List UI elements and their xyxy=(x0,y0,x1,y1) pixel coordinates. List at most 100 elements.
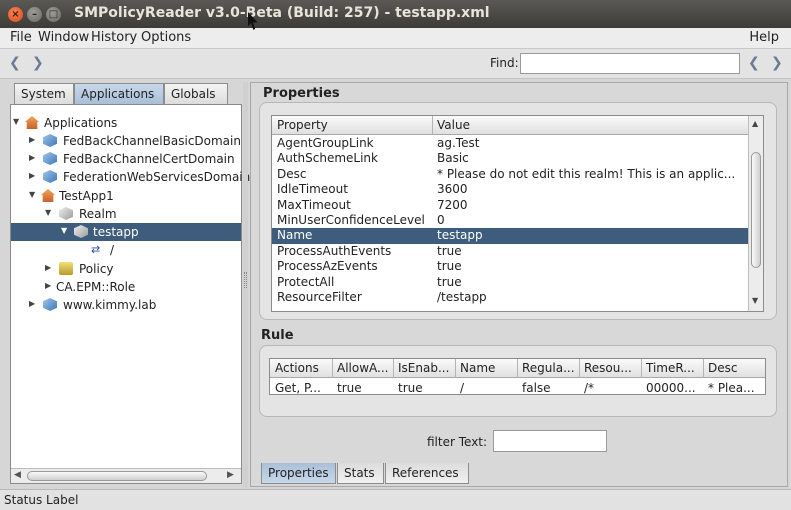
column-header-actions[interactable]: Actions xyxy=(275,361,319,375)
tab-system[interactable]: System xyxy=(14,83,74,104)
column-divider[interactable] xyxy=(393,359,394,378)
properties-table-header: Property Value xyxy=(272,116,750,135)
scroll-up-icon[interactable]: ▲ xyxy=(752,119,758,128)
table-row[interactable]: ResourceFilter /testapp xyxy=(272,290,750,305)
menu-help[interactable]: Help xyxy=(749,30,779,45)
tree-node-domain[interactable]: ▶ FedBackChannelBasicDomain xyxy=(11,132,241,150)
panel-splitter[interactable] xyxy=(243,82,248,487)
column-header-name[interactable]: Name xyxy=(460,361,495,375)
tab-properties[interactable]: Properties xyxy=(261,463,336,484)
menu-options[interactable]: Options xyxy=(141,30,191,45)
column-divider[interactable] xyxy=(432,116,433,135)
column-header-regex[interactable]: Regula... xyxy=(522,361,575,375)
tree-node-label: www.kimmy.lab xyxy=(63,298,157,312)
collapse-arrow-icon[interactable]: ▼ xyxy=(61,226,67,235)
maximize-window-button[interactable]: □ xyxy=(46,7,61,22)
table-row[interactable]: AuthSchemeLink Basic xyxy=(272,151,750,166)
tab-applications[interactable]: Applications xyxy=(74,83,164,104)
splitter-grip[interactable] xyxy=(244,272,247,288)
menu-file[interactable]: File xyxy=(10,30,32,45)
table-row[interactable]: MinUserConfidenceLevel 0 xyxy=(272,213,750,228)
menu-history[interactable]: History xyxy=(91,30,137,45)
minimize-icon: – xyxy=(32,9,37,20)
column-header-allowaccess[interactable]: AllowA... xyxy=(337,361,388,375)
tab-stats[interactable]: Stats xyxy=(337,463,384,484)
collapse-arrow-icon[interactable]: ▼ xyxy=(29,190,35,199)
rule-cell-timerestriction[interactable]: 00000... xyxy=(646,381,696,395)
tree-node-testapp1[interactable]: ▼ TestApp1 xyxy=(11,187,241,205)
scroll-left-icon[interactable]: ◀ xyxy=(14,470,21,480)
tab-globals[interactable]: Globals xyxy=(164,83,228,104)
rule-cell-actions[interactable]: Get, P... xyxy=(275,381,321,395)
tree-node-label: testapp xyxy=(93,225,139,239)
tab-references[interactable]: References xyxy=(385,463,469,484)
table-row[interactable]: MaxTimeout 7200 xyxy=(272,198,750,213)
filter-text-input[interactable] xyxy=(493,430,607,452)
tree-node-policy[interactable]: ▶ Policy xyxy=(11,260,241,278)
column-header-value[interactable]: Value xyxy=(437,118,470,132)
menu-window[interactable]: Window xyxy=(38,30,89,45)
forward-arrow-icon[interactable]: ❯ xyxy=(32,55,44,71)
find-input[interactable] xyxy=(520,53,740,74)
tree-node-testapp[interactable]: ▼ testapp xyxy=(11,223,241,241)
tree-node-label: FedBackChannelCertDomain xyxy=(63,152,235,166)
column-header-resource[interactable]: Resou... xyxy=(584,361,632,375)
table-row[interactable]: ProcessAzEvents true xyxy=(272,259,750,274)
tree-node-resource[interactable]: ⇄ / xyxy=(11,241,241,259)
properties-vertical-scrollbar[interactable]: ▲ ▼ xyxy=(748,116,763,311)
expand-arrow-icon[interactable]: ▶ xyxy=(45,281,51,290)
expand-arrow-icon[interactable]: ▶ xyxy=(29,135,35,144)
table-row[interactable]: ProtectAll true xyxy=(272,275,750,290)
status-label: Status Label xyxy=(4,493,79,507)
table-row-selected[interactable]: Name testapp xyxy=(272,228,750,244)
column-divider[interactable] xyxy=(641,359,642,378)
property-name: AgentGroupLink xyxy=(277,136,374,150)
tree-node-domain[interactable]: ▶ FederationWebServicesDomain xyxy=(11,168,250,186)
rule-cell-resource[interactable]: /* xyxy=(584,381,594,395)
column-divider[interactable] xyxy=(703,359,704,378)
scroll-thumb[interactable] xyxy=(27,471,207,481)
table-row[interactable]: AgentGroupLink ag.Test xyxy=(272,136,750,151)
collapse-arrow-icon[interactable]: ▼ xyxy=(45,208,51,217)
rule-cell-name[interactable]: / xyxy=(460,381,464,395)
close-window-button[interactable]: × xyxy=(8,7,23,22)
table-row[interactable]: IdleTimeout 3600 xyxy=(272,182,750,197)
column-divider[interactable] xyxy=(455,359,456,378)
table-row[interactable]: ProcessAuthEvents true xyxy=(272,244,750,259)
column-header-timerestriction[interactable]: TimeR... xyxy=(646,361,695,375)
column-header-property[interactable]: Property xyxy=(277,118,328,132)
tree-node-realm[interactable]: ▼ Realm xyxy=(11,205,241,223)
column-header-desc[interactable]: Desc xyxy=(708,361,737,375)
minimize-window-button[interactable]: – xyxy=(27,7,42,22)
expand-arrow-icon[interactable]: ▶ xyxy=(29,299,35,308)
find-next-icon[interactable]: ❯ xyxy=(771,55,783,71)
scroll-down-icon[interactable]: ▼ xyxy=(752,296,758,305)
expand-arrow-icon[interactable]: ▶ xyxy=(29,153,35,162)
find-previous-icon[interactable]: ❮ xyxy=(748,55,760,71)
expand-arrow-icon[interactable]: ▶ xyxy=(45,263,51,272)
find-label: Find: xyxy=(490,56,519,70)
tree-node-domain[interactable]: ▶ www.kimmy.lab xyxy=(11,296,241,314)
scroll-thumb[interactable] xyxy=(751,152,761,268)
expand-arrow-icon[interactable]: ▶ xyxy=(29,171,35,180)
column-header-isenabled[interactable]: IsEnab... xyxy=(398,361,449,375)
scroll-right-icon[interactable]: ▶ xyxy=(227,470,234,480)
rule-cell-regex[interactable]: false xyxy=(522,381,551,395)
table-row[interactable]: Desc * Please do not edit this realm! Th… xyxy=(272,167,750,182)
back-arrow-icon[interactable]: ❮ xyxy=(9,55,21,71)
collapse-arrow-icon[interactable]: ▼ xyxy=(13,117,19,126)
rule-cell-allowaccess[interactable]: true xyxy=(337,381,362,395)
tree-node-applications[interactable]: ▼ Applications xyxy=(11,114,241,132)
tree-node-domain[interactable]: ▶ FedBackChannelCertDomain xyxy=(11,150,241,168)
rule-cell-isenabled[interactable]: true xyxy=(398,381,423,395)
column-divider[interactable] xyxy=(332,359,333,378)
rule-cell-desc[interactable]: * Plea... xyxy=(708,381,755,395)
column-divider[interactable] xyxy=(579,359,580,378)
domain-cube-icon xyxy=(43,170,57,183)
realm-cube-icon xyxy=(74,225,88,238)
tree-horizontal-scrollbar[interactable]: ◀ ▶ xyxy=(11,468,241,483)
domain-cube-icon xyxy=(43,134,57,147)
tree-node-role[interactable]: ▶ CA.EPM::Role xyxy=(11,278,241,296)
property-name: Name xyxy=(277,228,313,243)
column-divider[interactable] xyxy=(517,359,518,378)
